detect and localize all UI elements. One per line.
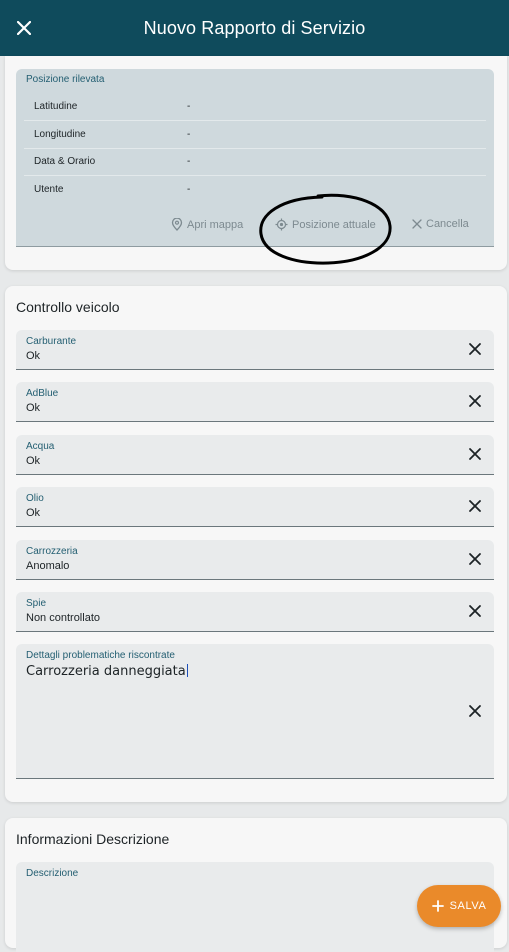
clear-icon[interactable] <box>466 445 484 463</box>
position-row-value: - <box>187 101 191 112</box>
field-value: Anomalo <box>26 560 70 572</box>
clear-icon[interactable] <box>466 392 484 410</box>
field-value: Ok <box>26 455 41 467</box>
app-bar: Nuovo Rapporto di Servizio <box>0 0 509 56</box>
field-oil[interactable]: Olio Ok <box>16 487 494 527</box>
field-label: Descrizione <box>26 868 79 879</box>
position-card: Posizione rilevata Latitudine - Longitud… <box>5 56 507 270</box>
vehicle-check-title: Controllo veicolo <box>16 299 120 315</box>
clear-icon[interactable] <box>466 340 484 358</box>
position-row-latitude: Latitudine - <box>24 93 486 121</box>
position-row-key: Data & Orario <box>34 156 96 167</box>
clear-icon[interactable] <box>466 702 484 720</box>
position-row-value: - <box>187 129 191 140</box>
field-water[interactable]: Acqua Ok <box>16 435 494 475</box>
plus-icon <box>431 900 444 912</box>
position-row-value: - <box>187 184 191 195</box>
clear-icon[interactable] <box>466 497 484 515</box>
map-pin-icon <box>171 218 183 231</box>
field-label: Dettagli problematiche riscontrate <box>26 650 175 661</box>
field-label: Spie <box>26 598 47 609</box>
save-button[interactable]: SALVA <box>417 885 501 927</box>
save-button-label: SALVA <box>449 900 487 912</box>
description-card: Informazioni Descrizione Descrizione <box>5 818 507 952</box>
open-map-label: Apri mappa <box>187 218 244 231</box>
field-value: Ok <box>26 402 41 414</box>
field-bodywork[interactable]: Carrozzeria Anomalo <box>16 540 494 580</box>
details-text: Carrozzeria danneggiata <box>26 664 186 679</box>
position-row-key: Longitudine <box>34 129 86 140</box>
field-fuel[interactable]: Carburante Ok <box>16 330 494 370</box>
field-label: AdBlue <box>26 388 59 399</box>
close-icon <box>17 21 31 35</box>
position-row-key: Utente <box>34 184 64 195</box>
crosshair-icon <box>275 218 288 231</box>
position-row-user: Utente - <box>24 176 486 203</box>
clear-icon[interactable] <box>466 602 484 620</box>
description-title: Informazioni Descrizione <box>16 831 170 847</box>
text-caret <box>186 664 188 677</box>
position-panel: Posizione rilevata Latitudine - Longitud… <box>16 69 494 247</box>
position-row-longitude: Longitudine - <box>24 121 486 149</box>
field-value: Ok <box>26 350 41 362</box>
position-panel-label: Posizione rilevata <box>26 74 105 85</box>
field-label: Carrozzeria <box>26 546 78 557</box>
position-row-value: - <box>187 156 191 167</box>
field-warning-lights[interactable]: Spie Non controllato <box>16 592 494 632</box>
cancel-position-label: Cancella <box>426 218 469 230</box>
current-position-label: Posizione attuale <box>292 218 376 231</box>
clear-icon[interactable] <box>466 550 484 568</box>
details-textarea[interactable]: Dettagli problematiche riscontrate Carro… <box>16 644 494 779</box>
field-adblue[interactable]: AdBlue Ok <box>16 382 494 422</box>
position-row-datetime: Data & Orario - <box>24 148 486 176</box>
field-label: Olio <box>26 493 44 504</box>
field-value: Ok <box>26 507 41 519</box>
close-icon <box>412 219 422 229</box>
open-map-button[interactable]: Apri mappa <box>171 218 243 231</box>
position-row-key: Latitudine <box>34 101 78 112</box>
field-value: Non controllato <box>26 612 100 624</box>
current-position-button[interactable]: Posizione attuale <box>275 218 376 231</box>
close-button[interactable] <box>10 14 38 42</box>
field-label: Acqua <box>26 441 55 452</box>
field-value: Carrozzeria danneggiata <box>26 664 188 679</box>
position-actions: Apri mappa Posizione attuale Cancella <box>16 215 494 235</box>
page-title: Nuovo Rapporto di Servizio <box>143 17 366 38</box>
vehicle-check-card: Controllo veicolo Carburante Ok AdBlue O… <box>5 286 507 802</box>
field-label: Carburante <box>26 336 77 347</box>
cancel-position-button[interactable]: Cancella <box>412 218 469 230</box>
